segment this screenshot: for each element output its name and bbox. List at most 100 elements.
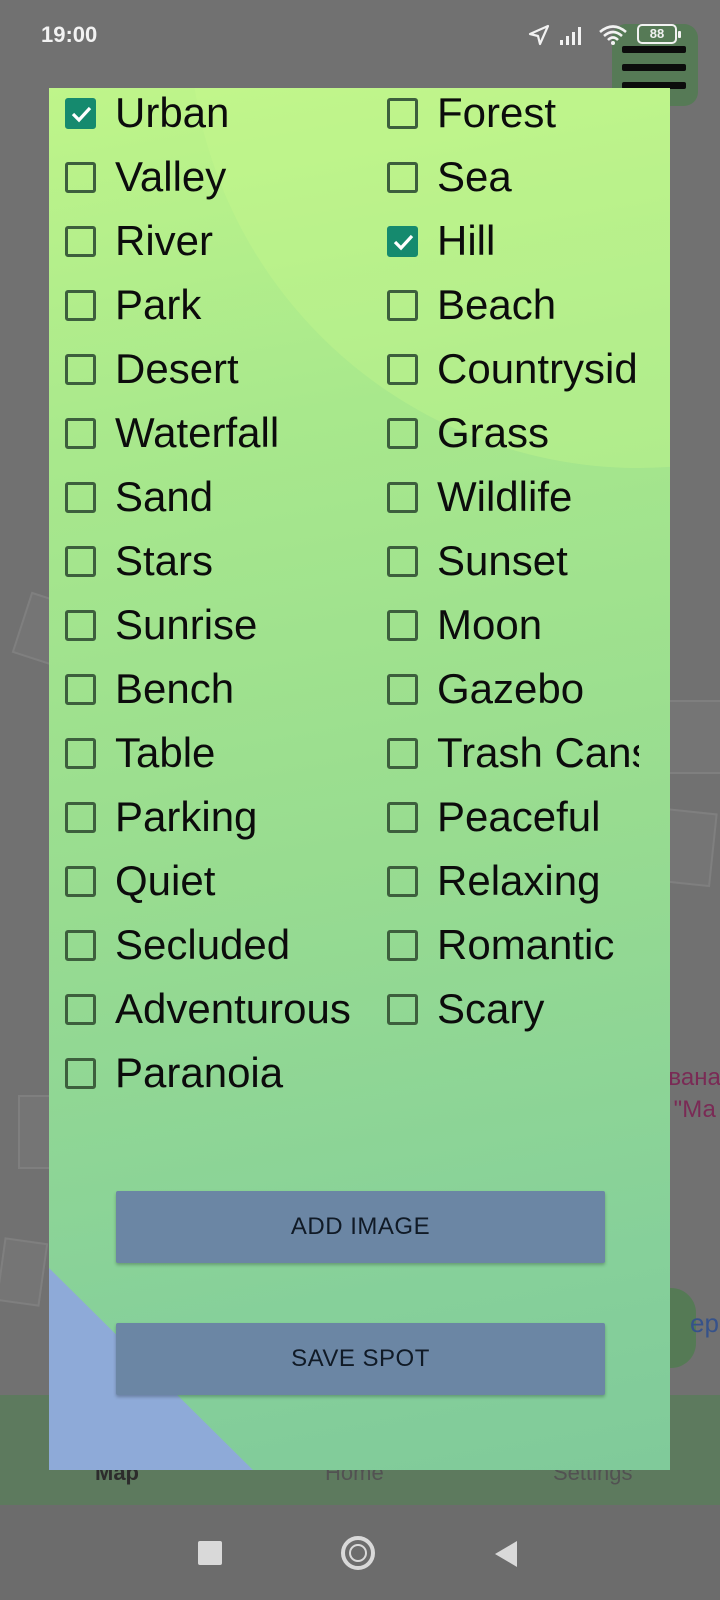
tag-label: Gazebo: [437, 665, 585, 712]
checkbox[interactable]: [65, 290, 96, 321]
tag-label: Grass: [437, 409, 550, 456]
checkbox[interactable]: [65, 482, 96, 513]
tag-checkbox-item[interactable]: Peaceful: [371, 793, 639, 845]
checkbox[interactable]: [65, 546, 96, 577]
tag-checkbox-item[interactable]: River: [49, 217, 371, 269]
checkbox[interactable]: [387, 930, 418, 961]
tag-label: Moon: [437, 601, 543, 648]
tag-label: Forest: [437, 89, 557, 136]
checkbox[interactable]: [65, 738, 96, 769]
tag-label: Urban: [115, 89, 230, 136]
tag-checkbox-item[interactable]: Hill: [371, 217, 639, 269]
tag-checkbox-item[interactable]: Trash Cans: [371, 729, 639, 781]
tag-checkbox-item[interactable]: Wildlife: [371, 473, 639, 525]
tag-label: Bench: [115, 665, 235, 712]
tag-label: Scary: [437, 985, 545, 1032]
tag-checkbox-item[interactable]: Forest: [371, 89, 639, 141]
checkbox[interactable]: [65, 866, 96, 897]
tag-label: Stars: [115, 537, 214, 584]
checkbox[interactable]: [387, 290, 418, 321]
checkbox[interactable]: [387, 354, 418, 385]
tag-label: Romantic: [437, 921, 615, 968]
tag-checkbox-item[interactable]: Gazebo: [371, 665, 639, 717]
tag-checkbox-item[interactable]: Bench: [49, 665, 371, 717]
tag-checkbox-item[interactable]: Adventurous: [49, 985, 371, 1037]
tag-label: Wildlife: [437, 473, 573, 520]
tag-checkbox-item[interactable]: Sea: [371, 153, 639, 205]
checkbox-checked[interactable]: [387, 226, 418, 257]
checkbox[interactable]: [387, 610, 418, 641]
tag-checkbox-item[interactable]: Sunset: [371, 537, 639, 589]
back-icon[interactable]: [495, 1541, 517, 1567]
battery-icon: 88: [637, 24, 681, 44]
checkbox[interactable]: [387, 98, 418, 129]
tag-checkbox-item[interactable]: Park: [49, 281, 371, 333]
add-image-button[interactable]: ADD IMAGE: [116, 1191, 605, 1263]
checkbox[interactable]: [387, 994, 418, 1025]
status-time: 19:00: [41, 22, 98, 47]
tag-checkbox-item[interactable]: Scary: [371, 985, 639, 1037]
checkbox[interactable]: [387, 866, 418, 897]
checkbox[interactable]: [65, 930, 96, 961]
tag-label: Desert: [115, 345, 239, 392]
map-building: [0, 1237, 49, 1307]
location-arrow-icon: [528, 24, 550, 51]
tag-checkbox-item[interactable]: Paranoia: [49, 1049, 371, 1101]
tag-checkbox-item[interactable]: Sand: [49, 473, 371, 525]
tag-label: Peaceful: [437, 793, 601, 840]
checkbox[interactable]: [65, 994, 96, 1025]
tag-checkbox-item[interactable]: Secluded: [49, 921, 371, 973]
map-fab-label: ер: [690, 1308, 719, 1338]
checkbox[interactable]: [65, 226, 96, 257]
tag-checkbox-item[interactable]: Romantic: [371, 921, 639, 973]
battery-level: 88: [649, 26, 665, 41]
checkbox[interactable]: [387, 546, 418, 577]
tag-checkbox-item[interactable]: Beach: [371, 281, 639, 333]
tag-checkbox-item[interactable]: Moon: [371, 601, 639, 653]
tag-checkbox-item[interactable]: Parking: [49, 793, 371, 845]
tag-label: Paranoia: [115, 1049, 284, 1096]
checkbox[interactable]: [387, 674, 418, 705]
signal-icon: [560, 24, 586, 51]
tag-checkbox-item[interactable]: Table: [49, 729, 371, 781]
checkbox[interactable]: [65, 674, 96, 705]
checkbox[interactable]: [387, 482, 418, 513]
tag-checkbox-item[interactable]: Quiet: [49, 857, 371, 909]
checkbox[interactable]: [65, 802, 96, 833]
checkbox[interactable]: [65, 610, 96, 641]
checkbox[interactable]: [65, 1058, 96, 1089]
checkbox[interactable]: [387, 738, 418, 769]
tag-dialog: Urban Valley River Park Desert Waterfall Sand S…: [49, 88, 670, 1470]
tag-checkbox-item[interactable]: Grass: [371, 409, 639, 461]
checkbox[interactable]: [65, 354, 96, 385]
checkbox-checked[interactable]: [65, 98, 96, 129]
tag-checkbox-item[interactable]: Urban: [49, 89, 371, 141]
tag-checkbox-item[interactable]: Desert: [49, 345, 371, 397]
check-icon: [71, 106, 92, 123]
tag-label: Beach: [437, 281, 557, 328]
tag-label: Relaxing: [437, 857, 601, 904]
tag-checkbox-item[interactable]: Valley: [49, 153, 371, 205]
wifi-icon: [598, 24, 628, 51]
checkbox[interactable]: [387, 802, 418, 833]
home-circle-icon[interactable]: [341, 1536, 375, 1570]
checkbox[interactable]: [65, 418, 96, 449]
checkbox[interactable]: [387, 162, 418, 193]
tag-label: River: [115, 217, 214, 264]
save-spot-button[interactable]: SAVE SPOT: [116, 1323, 605, 1395]
tag-checkbox-item[interactable]: Relaxing: [371, 857, 639, 909]
checkbox[interactable]: [387, 418, 418, 449]
tag-checkbox-item[interactable]: Waterfall: [49, 409, 371, 461]
tag-checkbox-item[interactable]: Countryside: [371, 345, 639, 397]
recents-icon[interactable]: [198, 1541, 222, 1565]
tag-label: Sand: [115, 473, 214, 520]
tag-label: Trash Cans: [437, 729, 639, 776]
tag-label: Sea: [437, 153, 512, 200]
tag-label: Secluded: [115, 921, 291, 968]
tag-label: Parking: [115, 793, 258, 840]
tag-label: Valley: [115, 153, 227, 200]
checkbox[interactable]: [65, 162, 96, 193]
tag-checkbox-item[interactable]: Stars: [49, 537, 371, 589]
tag-checkbox-item[interactable]: Sunrise: [49, 601, 371, 653]
tag-label: Park: [115, 281, 202, 328]
